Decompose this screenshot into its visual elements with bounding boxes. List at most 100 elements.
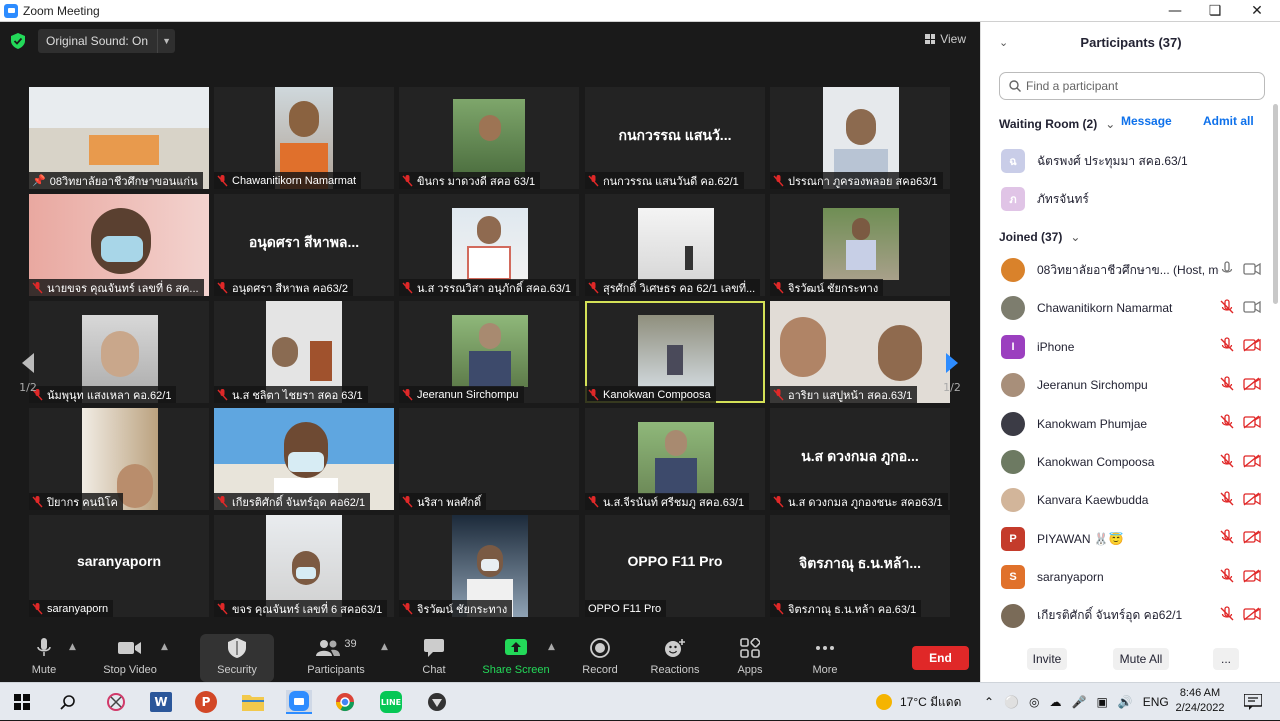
video-tile[interactable]: ขินกร มาดวงดี สคอ 63/1 <box>399 87 579 189</box>
chevron-up-icon[interactable]: ▲ <box>161 642 168 652</box>
video-tile[interactable]: นายขจร คุณจันทร์ เลขที่ 6 สค... <box>29 194 209 296</box>
waiting-room-header[interactable]: Waiting Room (2) ⌄ <box>999 114 1115 134</box>
chevron-up-icon[interactable]: ▲ <box>69 642 76 652</box>
joined-header[interactable]: Joined (37) ⌄ <box>999 227 1080 247</box>
waiting-participant-row[interactable]: ฉ ฉัตรพงศ์ ประทุมมา สคอ.63/1 <box>1001 146 1261 176</box>
active-speaker-tile[interactable]: Kanokwan Compoosa <box>585 301 765 403</box>
microphone-icon[interactable] <box>1219 260 1235 280</box>
panel-scrollbar[interactable] <box>1273 104 1278 304</box>
language-indicator[interactable]: ENG <box>1143 695 1169 709</box>
shield-check-icon[interactable] <box>11 33 25 49</box>
participant-row[interactable]: 08วิทยาลัยอาชีวศึกษาข... (Host, me) <box>1001 255 1261 285</box>
video-tile[interactable]: นริสา พลศักดิ์ <box>399 408 579 510</box>
share-screen-button[interactable]: Share Screen <box>480 634 552 682</box>
video-off-icon[interactable] <box>1243 415 1261 432</box>
chevron-down-icon[interactable]: ▼ <box>157 29 175 53</box>
file-explorer-icon[interactable] <box>240 690 266 714</box>
muted-mic-icon[interactable] <box>1219 376 1235 395</box>
video-tile[interactable]: น้มพุนุท แสงเหลา คอ.62/1 <box>29 301 209 403</box>
participant-search-input[interactable]: Find a participant <box>999 72 1265 100</box>
video-off-icon[interactable] <box>1243 377 1261 394</box>
network-icon[interactable]: ▣ <box>1096 695 1107 709</box>
previous-page-button[interactable]: 1/2 <box>13 322 43 422</box>
original-sound-toggle[interactable]: Original Sound: On ▼ <box>38 29 176 53</box>
video-camera-icon[interactable] <box>1243 262 1261 279</box>
muted-mic-icon[interactable] <box>1219 337 1235 356</box>
video-tile[interactable]: สุรศักดิ์ วิเศษธร คอ 62/1 เลขที่... <box>585 194 765 296</box>
video-tile[interactable]: จิตรภาณุ ธ.น.หล้า... จิตรภาณุ ธ.น.หล้า ค… <box>770 515 950 617</box>
participant-row[interactable]: Kanokwam Phumjae <box>1001 409 1261 439</box>
windows-start-icon[interactable] <box>9 690 35 714</box>
message-button[interactable]: Message <box>1121 114 1172 128</box>
maximize-button[interactable]: ❏ <box>1195 0 1235 22</box>
video-tile[interactable]: ขจร คุณจันทร์ เลขที่ 6 สคอ63/1 <box>214 515 394 617</box>
muted-mic-icon[interactable] <box>1219 568 1235 587</box>
minimize-button[interactable]: — <box>1155 0 1195 22</box>
mute-all-button[interactable]: Mute All <box>1113 648 1169 670</box>
participant-row[interactable]: P PIYAWAN 🐰😇 <box>1001 524 1261 554</box>
participant-row[interactable]: Kanokwan Compoosa <box>1001 447 1261 477</box>
muted-mic-icon[interactable] <box>1219 452 1235 472</box>
search-icon[interactable] <box>55 690 81 714</box>
participant-row[interactable]: Kanvara Kaewbudda <box>1001 485 1261 515</box>
microphone-icon[interactable]: 🎤 <box>1072 695 1087 709</box>
chevron-up-icon[interactable]: ▲ <box>548 642 555 652</box>
reactions-button[interactable]: Reactions <box>648 634 702 682</box>
waiting-participant-row[interactable]: ภ ภัทรจันทร์ <box>1001 184 1261 214</box>
antivirus-icon[interactable]: ⚪ <box>1004 695 1019 709</box>
onedrive-icon[interactable]: ☁ <box>1050 695 1062 709</box>
notification-icon[interactable] <box>1240 690 1266 714</box>
participants-button[interactable]: 39 Participants <box>302 634 370 682</box>
mute-button[interactable]: Mute <box>22 634 66 682</box>
line-app-icon[interactable]: LINE <box>378 690 404 714</box>
security-button[interactable]: Security <box>200 634 274 682</box>
participant-row[interactable]: Ssaranyaporn <box>1001 562 1261 592</box>
video-off-icon[interactable] <box>1243 338 1261 355</box>
video-off-icon[interactable] <box>1243 569 1261 586</box>
weather-widget[interactable]: 17°C มีแดด <box>876 683 961 721</box>
muted-mic-icon[interactable] <box>1219 529 1235 548</box>
video-tile[interactable]: เกียรติศักดิ์ จันทร์อุด คอ62/1 <box>214 408 394 510</box>
chevron-up-icon[interactable]: ⌃ <box>984 695 994 709</box>
muted-mic-icon[interactable] <box>1219 299 1235 318</box>
next-page-button[interactable]: 1/2 <box>937 322 967 422</box>
zoom-taskbar-icon[interactable] <box>286 690 312 714</box>
video-tile[interactable]: อนุดศรา สีหาพล... อนุดศรา สีหาพล คอ63/2 <box>214 194 394 296</box>
snipping-tool-icon[interactable] <box>103 690 129 714</box>
end-meeting-button[interactable]: End <box>912 646 969 670</box>
video-tile[interactable]: น.ส วรรณวิสา อนุภักดิ์ สคอ.63/1 <box>399 194 579 296</box>
video-tile[interactable]: Jeeranun Sirchompu <box>399 301 579 403</box>
video-off-icon[interactable] <box>1243 530 1261 547</box>
video-tile[interactable]: อาริยา แสปูหน้า สคอ.63/1 <box>770 301 950 403</box>
participant-row[interactable]: เกียรติศักดิ์ จันทร์อุด คอ62/1 <box>1001 601 1261 631</box>
invite-button[interactable]: Invite <box>1027 648 1067 670</box>
video-tile[interactable]: กนกวรรณ แสนวั... กนกวรรณ แสนวันดี คอ.62/… <box>585 87 765 189</box>
record-button[interactable]: Record <box>578 634 622 682</box>
video-tile[interactable]: น.ส ดวงกมล ภูกอ... น.ส ดวงกมล ภูกองชนะ ส… <box>770 408 950 510</box>
apps-button[interactable]: Apps <box>730 634 770 682</box>
system-clock[interactable]: 8:46 AM 2/24/2022 <box>1172 686 1228 716</box>
volume-icon[interactable]: 🔊 <box>1118 695 1133 709</box>
video-tile[interactable]: น.ส ชลิตา ไชยรา สคอ 63/1 <box>214 301 394 403</box>
muted-mic-icon[interactable] <box>1219 414 1235 433</box>
muted-mic-icon[interactable] <box>1219 606 1235 625</box>
muted-mic-icon[interactable] <box>1219 491 1235 510</box>
admit-all-button[interactable]: Admit all <box>1203 114 1254 128</box>
chat-button[interactable]: Chat <box>414 634 454 682</box>
more-options-button[interactable]: ... <box>1213 648 1239 670</box>
video-off-icon[interactable] <box>1243 492 1261 509</box>
video-tile[interactable]: น.ส.จีรนันท์ ศรีชมภู สคอ.63/1 <box>585 408 765 510</box>
stop-video-button[interactable]: Stop Video <box>98 634 162 682</box>
video-tile[interactable]: OPPO F11 Pro OPPO F11 Pro <box>585 515 765 617</box>
video-tile[interactable]: จิรวัฒน์ ชัยกระทาง <box>399 515 579 617</box>
view-button[interactable]: View <box>925 32 966 46</box>
video-tile[interactable]: ปรรณกา ภูครองพลอย สคอ63/1 <box>770 87 950 189</box>
chrome-icon[interactable] <box>332 690 358 714</box>
video-tile[interactable]: Chawanitikorn Namarmat <box>214 87 394 189</box>
video-camera-icon[interactable] <box>1243 300 1261 317</box>
word-icon[interactable]: W <box>148 690 174 714</box>
video-off-icon[interactable] <box>1243 607 1261 624</box>
video-off-icon[interactable] <box>1243 453 1261 471</box>
participant-row[interactable]: Jeeranun Sirchompu <box>1001 370 1261 400</box>
video-tile[interactable]: ปิยากร คนนิโค <box>29 408 209 510</box>
